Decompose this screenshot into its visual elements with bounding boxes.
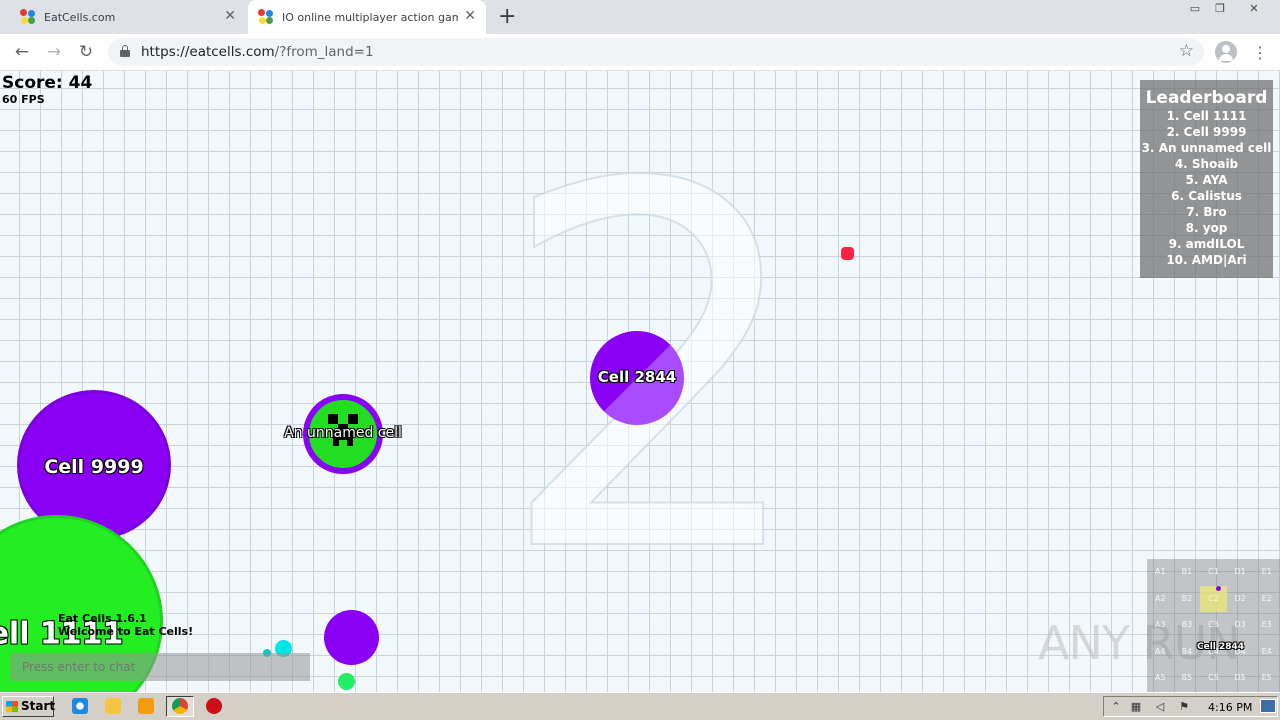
taskbar: Start ⌃ ▦ ◁ ⚑ 4:16 PM (0, 692, 1280, 720)
minimap-sector: A1 (1155, 567, 1166, 576)
tab-strip: EatCells.com ✕ IO online multiplayer act… (0, 0, 1280, 34)
score-label: Score: 44 (2, 73, 93, 93)
minimap-sector: A5 (1155, 673, 1166, 683)
small-purple-cell (324, 610, 379, 665)
cell-2844-label: Cell 2844 (597, 368, 677, 386)
food-pellet (841, 247, 854, 260)
forward-arrow-icon[interactable]: → (44, 42, 64, 62)
minimap-sector: A4 (1155, 646, 1166, 656)
menu-kebab-icon[interactable]: ⋮ (1252, 43, 1268, 62)
lock-icon (120, 45, 130, 57)
minimap-sector: C1 (1208, 567, 1219, 576)
minimap-sector: E1 (1261, 567, 1272, 576)
restore-button[interactable]: ❐ (1209, 2, 1231, 16)
opera-icon[interactable] (206, 698, 222, 714)
fps-label: 60 FPS (2, 93, 45, 106)
minimap-player-label: Cell 2844 (1197, 642, 1245, 652)
green-food-cell (338, 673, 355, 690)
media-player-icon[interactable] (138, 698, 154, 714)
minimap-sector: B3 (1181, 620, 1193, 630)
minimap-sector: E4 (1261, 646, 1272, 656)
minimap-sector: D3 (1234, 620, 1246, 630)
browser-toolbar: ← → ↻ https://eatcells.com/?from_land=1 … (0, 34, 1280, 71)
minimap-sector: E3 (1261, 620, 1272, 630)
chat-welcome-line: Welcome to Eat Cells! (58, 625, 194, 638)
url-host: https://eatcells.com (141, 44, 275, 60)
tray-expand-icon[interactable]: ⌃ (1110, 701, 1122, 713)
clock: 4:16 PM (1208, 701, 1253, 714)
window-close-button[interactable]: ✕ (1243, 2, 1265, 16)
flag-icon[interactable]: ⚑ (1178, 701, 1190, 713)
game-canvas[interactable]: 2 Score: 44 60 FPS Cell 2844 An unnamed … (0, 71, 1280, 692)
chat-input[interactable] (10, 653, 310, 681)
back-arrow-icon[interactable]: ← (12, 42, 32, 62)
address-bar[interactable]: https://eatcells.com/?from_land=1 ☆ (108, 38, 1204, 66)
url-path: /?from_land=1 (274, 44, 374, 60)
leaderboard-entry: 2. Cell 9999 (1166, 125, 1247, 139)
eatcells-favicon-icon (258, 9, 274, 25)
minimap-sector: B5 (1181, 673, 1193, 683)
eatcells-favicon-icon (20, 9, 36, 25)
minimap-sector: D2 (1234, 593, 1246, 603)
start-button[interactable]: Start (2, 696, 55, 717)
leaderboard-entry: 4. Shoaib (1174, 157, 1239, 171)
tab-close-icon[interactable]: ✕ (464, 9, 476, 23)
profile-avatar-icon[interactable] (1215, 41, 1237, 63)
leaderboard-entry: 10. AMD|Ari (1166, 253, 1247, 267)
network-icon[interactable]: ▦ (1130, 701, 1142, 713)
reload-icon[interactable]: ↻ (76, 42, 96, 62)
leaderboard-entry: 5. AYA (1185, 173, 1228, 187)
minimap-sector: A3 (1155, 620, 1166, 630)
new-tab-button[interactable]: + (498, 6, 516, 28)
minimap-sector: D5 (1234, 673, 1246, 683)
minimap-sector: E2 (1261, 593, 1272, 603)
tab-title: EatCells.com (44, 10, 116, 24)
tab-eatcells[interactable]: EatCells.com ✕ (8, 0, 246, 34)
leaderboard-entry: 1. Cell 1111 (1166, 109, 1247, 123)
cell-9999-label: Cell 9999 (44, 456, 144, 478)
minimap-sector: C5 (1208, 673, 1219, 683)
minimap-sector: D1 (1234, 567, 1246, 576)
leaderboard: Leaderboard 1. Cell 1111 2. Cell 9999 3.… (1140, 80, 1273, 278)
ie-icon[interactable] (72, 698, 88, 714)
minimize-button[interactable]: ▭ (1184, 2, 1206, 16)
bookmark-star-icon[interactable]: ☆ (1179, 41, 1194, 61)
show-desktop-icon[interactable] (1260, 699, 1276, 713)
tab-game[interactable]: IO online multiplayer action game. S ✕ (248, 0, 486, 34)
minimap-sector: B1 (1181, 567, 1193, 576)
minimap-sector: C2 (1200, 585, 1227, 613)
minimap-sector: A2 (1155, 593, 1166, 603)
volume-icon[interactable]: ◁ (1154, 701, 1166, 713)
leaderboard-entry: 7. Bro (1186, 205, 1227, 219)
minimap-sector: B2 (1181, 593, 1193, 603)
leaderboard-entry: 3. An unnamed cell (1141, 141, 1272, 155)
tab-close-icon[interactable]: ✕ (224, 9, 236, 23)
minimap-player-dot (1216, 586, 1221, 591)
chat-version-line: Eat Cells 1.6.1 (58, 612, 147, 625)
chrome-icon[interactable] (172, 698, 188, 714)
leaderboard-entry: 9. amdILOL (1168, 237, 1245, 251)
tab-title: IO online multiplayer action game. S (282, 10, 458, 24)
leaderboard-title: Leaderboard (1145, 88, 1268, 108)
url-text: https://eatcells.com/?from_land=1 (141, 44, 374, 60)
minimap: A1 B1 C1 D1 E1 A2 B2 C2 D2 E2 A3 B3 C3 D3 E3 A4 B4 C4 D4 E4… (1147, 559, 1280, 692)
leaderboard-entry: 8. yop (1185, 221, 1228, 235)
minimap-sector: E5 (1261, 673, 1272, 683)
unnamed-cell-label: An unnamed cell (284, 425, 402, 441)
leaderboard-entry: 6. Calistus (1171, 189, 1242, 203)
explorer-icon[interactable] (105, 698, 121, 714)
minimap-sector: C3 (1208, 620, 1219, 630)
